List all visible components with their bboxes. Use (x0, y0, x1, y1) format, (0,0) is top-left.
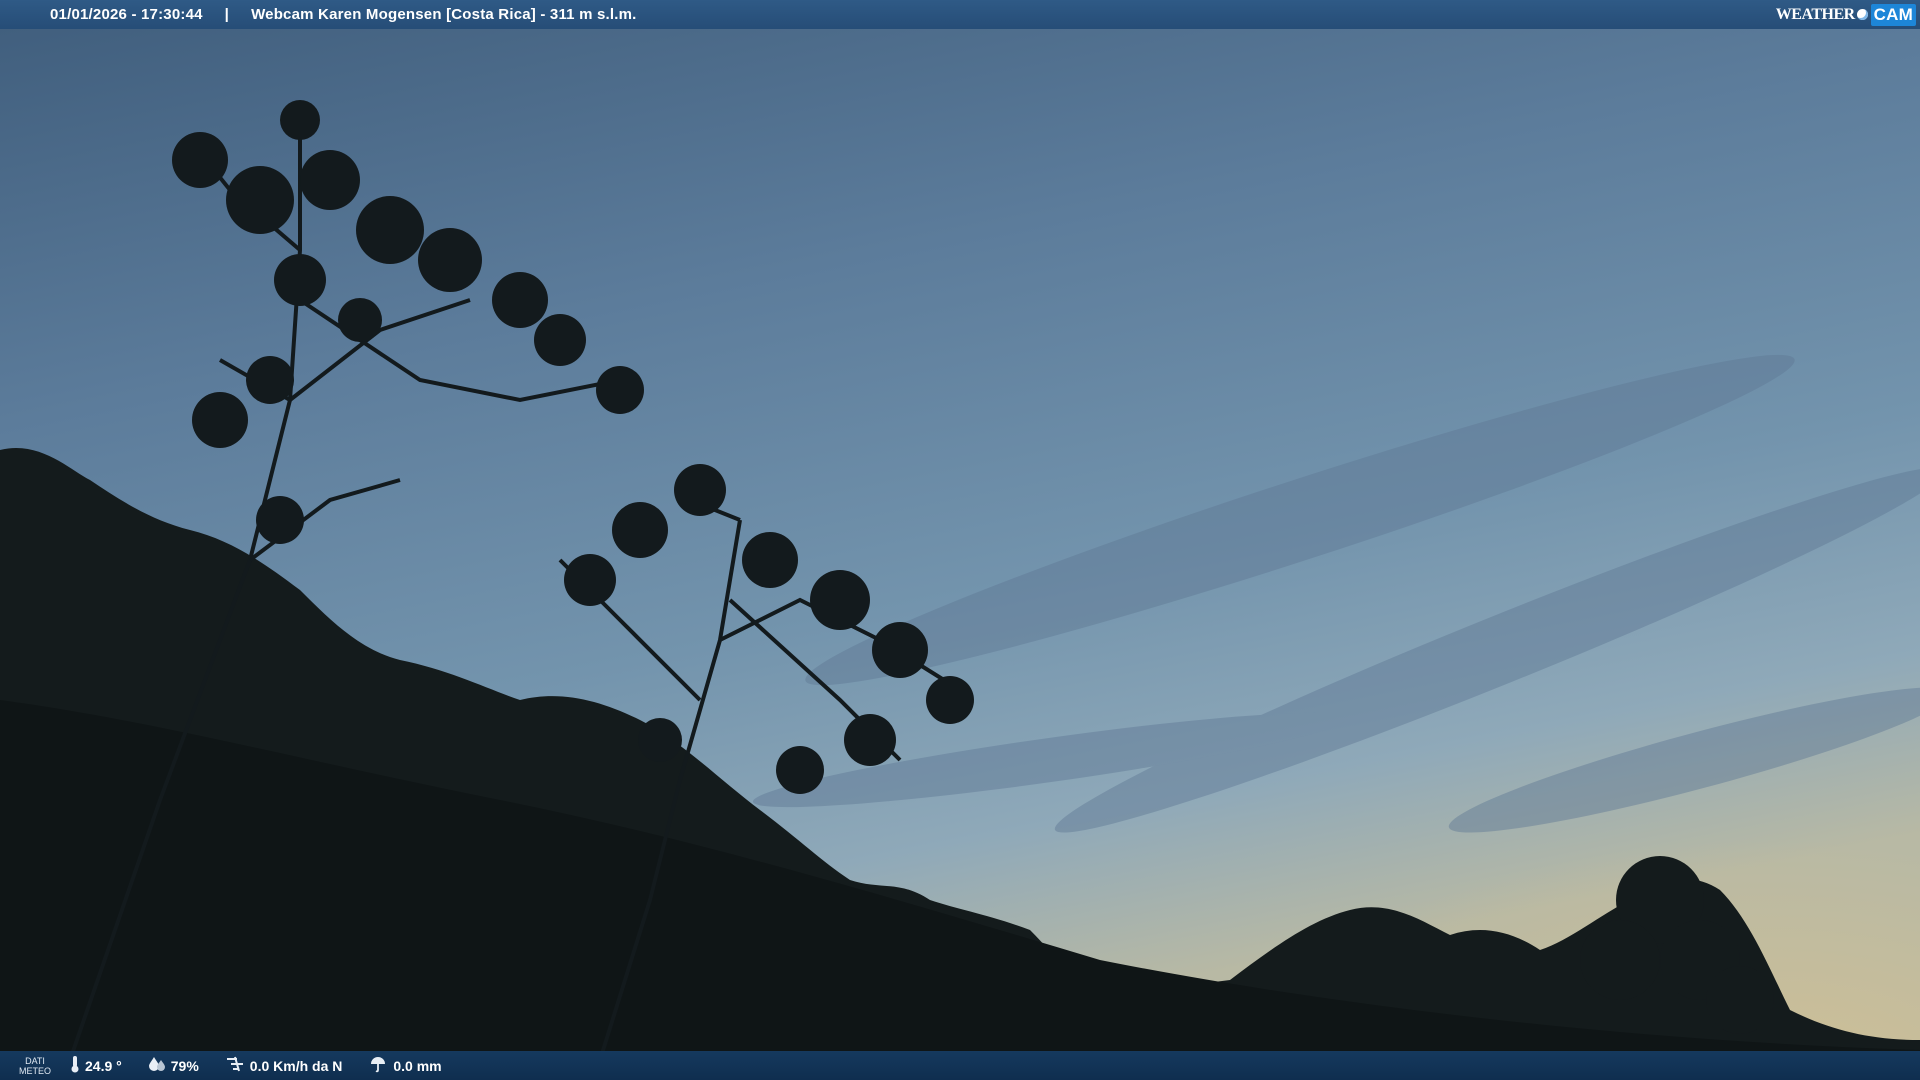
dati-label-line1: DATI (25, 1055, 45, 1066)
wind-icon (225, 1055, 245, 1077)
logo-cam-text: CAM (1870, 3, 1916, 26)
humidity-metric: 79% (148, 1056, 199, 1076)
webcam-title: Webcam Karen Mogensen [Costa Rica] - 311… (251, 6, 637, 23)
temperature-metric: 24.9 ° (70, 1055, 122, 1077)
webcam-frame: 01/01/2026 - 17:30:44 | Webcam Karen Mog… (0, 0, 1920, 1080)
logo-dot-icon (1856, 9, 1868, 20)
rain-metric: 0.0 mm (368, 1055, 442, 1077)
header-bar: 01/01/2026 - 17:30:44 | Webcam Karen Mog… (0, 0, 1920, 29)
header-separator: | (224, 6, 230, 23)
rain-value: 0.0 mm (393, 1057, 442, 1074)
dati-meteo-label: DATI METEO (0, 1056, 70, 1076)
wind-metric: 0.0 Km/h da N (225, 1055, 343, 1077)
weathercam-logo[interactable]: WEATHER CAM (1776, 3, 1916, 26)
humidity-icon (148, 1056, 166, 1076)
webcam-image (0, 0, 1920, 1080)
wind-value: 0.0 Km/h da N (249, 1057, 343, 1074)
humidity-value: 79% (170, 1057, 199, 1074)
rain-icon (368, 1055, 388, 1077)
timestamp: 01/01/2026 - 17:30:44 (50, 6, 203, 23)
thermometer-icon (70, 1055, 80, 1077)
weather-data-bar: DATI METEO 24.9 ° 79% 0.0 Km/h da N 0.0 … (0, 1051, 1920, 1080)
dati-label-line2: METEO (18, 1065, 51, 1076)
logo-weather-text: WEATHER (1775, 5, 1855, 23)
temperature-value: 24.9 ° (85, 1057, 122, 1074)
